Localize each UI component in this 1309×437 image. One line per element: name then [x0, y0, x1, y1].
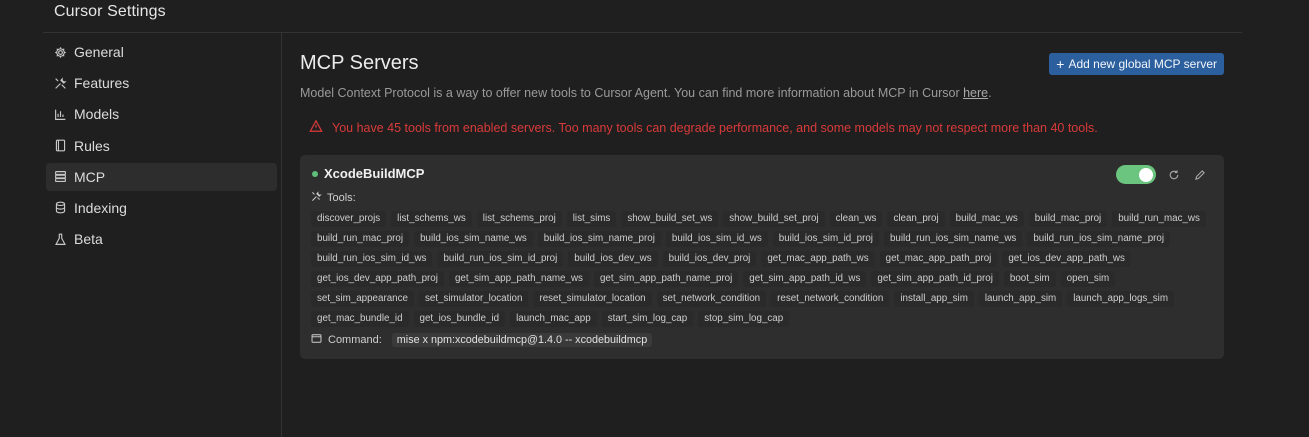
tools-icon	[311, 191, 322, 205]
tool-chip: reset_network_condition	[771, 291, 890, 307]
server-status-dot	[312, 170, 318, 177]
tool-chip: set_sim_appearance	[311, 291, 414, 307]
tool-chip: get_mac_app_path_ws	[761, 251, 875, 267]
warning-text: You have 45 tools from enabled servers. …	[332, 120, 1098, 135]
server-enabled-toggle[interactable]	[1116, 165, 1156, 184]
tool-chip: show_build_set_ws	[621, 211, 719, 227]
tool-chip: build_ios_sim_id_proj	[772, 231, 879, 247]
page-title: MCP Servers	[300, 52, 419, 74]
tool-chip: build_run_ios_sim_name_ws	[883, 231, 1023, 247]
tool-chip: build_run_ios_sim_name_proj	[1027, 231, 1171, 247]
server-icon	[54, 170, 67, 183]
sidebar-item-label: Indexing	[74, 199, 127, 216]
server-name: XcodeBuildMCP	[324, 166, 425, 181]
gear-icon	[54, 46, 67, 59]
tool-chip: build_mac_ws	[949, 211, 1024, 227]
tool-chip: build_run_ios_sim_id_proj	[437, 251, 564, 267]
tool-chip: stop_sim_log_cap	[698, 311, 790, 327]
sidebar-item-models[interactable]: Models	[46, 100, 277, 128]
tool-chip: launch_app_sim	[978, 291, 1063, 307]
sidebar-divider	[281, 33, 282, 437]
tool-chip: get_sim_app_path_id_proj	[871, 271, 999, 287]
server-header: XcodeBuildMCP	[312, 166, 424, 181]
cursor-settings-window: Cursor Settings General Features Models	[0, 0, 1309, 437]
flask-icon	[54, 233, 67, 246]
description-suffix: .	[988, 86, 992, 100]
tool-chip: build_ios_dev_proj	[662, 251, 757, 267]
tool-chip: get_sim_app_path_id_ws	[743, 271, 867, 287]
tool-chip: discover_projs	[311, 211, 387, 227]
sidebar: General Features Models Rules MCP Indexi…	[46, 38, 277, 256]
tool-chip: reset_simulator_location	[533, 291, 652, 307]
sidebar-item-indexing[interactable]: Indexing	[46, 194, 277, 222]
sidebar-item-general[interactable]: General	[46, 38, 277, 66]
tool-chip: get_ios_bundle_id	[413, 311, 506, 327]
tool-chip: set_simulator_location	[418, 291, 529, 307]
tool-chip: clean_ws	[829, 211, 883, 227]
header-divider	[43, 32, 1242, 33]
tool-chip: build_ios_sim_id_ws	[665, 231, 768, 247]
tools-icon	[54, 77, 67, 90]
tool-chip: build_ios_dev_ws	[568, 251, 658, 267]
tools-list: discover_projs list_schems_ws list_schems_…	[311, 211, 1206, 327]
tool-chip: get_sim_app_path_name_proj	[593, 271, 739, 287]
tool-chip: build_mac_proj	[1028, 211, 1108, 227]
tool-chip: list_sims	[566, 211, 617, 227]
sidebar-item-label: MCP	[74, 168, 106, 185]
sidebar-item-beta[interactable]: Beta	[46, 225, 277, 253]
tool-chip: launch_mac_app	[510, 311, 597, 327]
tool-count-warning: You have 45 tools from enabled servers. …	[309, 119, 1098, 136]
sidebar-item-label: Models	[74, 106, 120, 123]
mcp-description: Model Context Protocol is a way to offer…	[300, 86, 992, 100]
tool-chip: show_build_set_proj	[723, 211, 825, 227]
add-button-label: Add new global MCP server	[1068, 57, 1217, 71]
tool-chip: build_ios_sim_name_proj	[537, 231, 661, 247]
sidebar-item-rules[interactable]: Rules	[46, 132, 277, 160]
tool-chip: build_ios_sim_name_ws	[414, 231, 533, 247]
database-icon	[54, 201, 67, 214]
tool-chip: boot_sim	[1003, 271, 1056, 287]
toggle-knob	[1139, 167, 1153, 182]
settings-title: Cursor Settings	[54, 3, 166, 20]
tool-chip: start_sim_log_cap	[601, 311, 694, 327]
tool-chip: get_mac_app_path_proj	[879, 251, 998, 267]
description-text: Model Context Protocol is a way to offer…	[300, 86, 964, 100]
command-label: Command:	[328, 334, 382, 346]
bar-chart-icon	[54, 108, 67, 121]
server-controls	[1116, 165, 1208, 184]
tool-chip: get_sim_app_path_name_ws	[448, 271, 589, 287]
warning-triangle-icon	[309, 119, 323, 136]
tool-chip: get_mac_bundle_id	[311, 311, 409, 327]
terminal-icon	[311, 333, 322, 347]
tools-label: Tools:	[311, 191, 356, 205]
command-row: Command: mise x npm:xcodebuildmcp@1.4.0 …	[311, 333, 653, 347]
sidebar-item-features[interactable]: Features	[46, 69, 277, 97]
tool-chip: list_schems_ws	[391, 211, 472, 227]
tool-chip: build_run_mac_ws	[1112, 211, 1206, 227]
tool-chip: launch_app_logs_sim	[1067, 291, 1174, 307]
sidebar-item-label: General	[74, 44, 124, 60]
add-global-mcp-server-button[interactable]: + Add new global MCP server	[1049, 53, 1224, 75]
tools-label-text: Tools:	[327, 192, 356, 204]
tool-chip: get_ios_dev_app_path_proj	[311, 271, 444, 287]
refresh-icon[interactable]	[1165, 166, 1182, 183]
sidebar-item-label: Rules	[74, 137, 110, 154]
tool-chip: set_network_condition	[656, 291, 767, 307]
tool-chip: get_ios_dev_app_path_ws	[1002, 251, 1131, 267]
tool-chip: build_run_mac_proj	[311, 231, 410, 247]
mcp-server-card: XcodeBuildMCP Tools: discover_projs list…	[300, 155, 1224, 359]
sidebar-item-mcp[interactable]: MCP	[46, 162, 277, 191]
sidebar-item-label: Beta	[74, 231, 103, 248]
book-icon	[54, 139, 67, 152]
tool-chip: build_run_ios_sim_id_ws	[311, 251, 433, 267]
mcp-docs-link[interactable]: here	[963, 86, 988, 100]
tool-chip: open_sim	[1060, 271, 1116, 287]
tool-chip: clean_proj	[887, 211, 945, 227]
plus-icon: +	[1056, 56, 1065, 72]
command-value: mise x npm:xcodebuildmcp@1.4.0 -- xcodeb…	[391, 333, 653, 347]
sidebar-item-label: Features	[74, 75, 130, 92]
tool-chip: list_schems_proj	[476, 211, 562, 227]
edit-pencil-icon[interactable]	[1191, 166, 1208, 183]
tool-chip: install_app_sim	[894, 291, 974, 307]
